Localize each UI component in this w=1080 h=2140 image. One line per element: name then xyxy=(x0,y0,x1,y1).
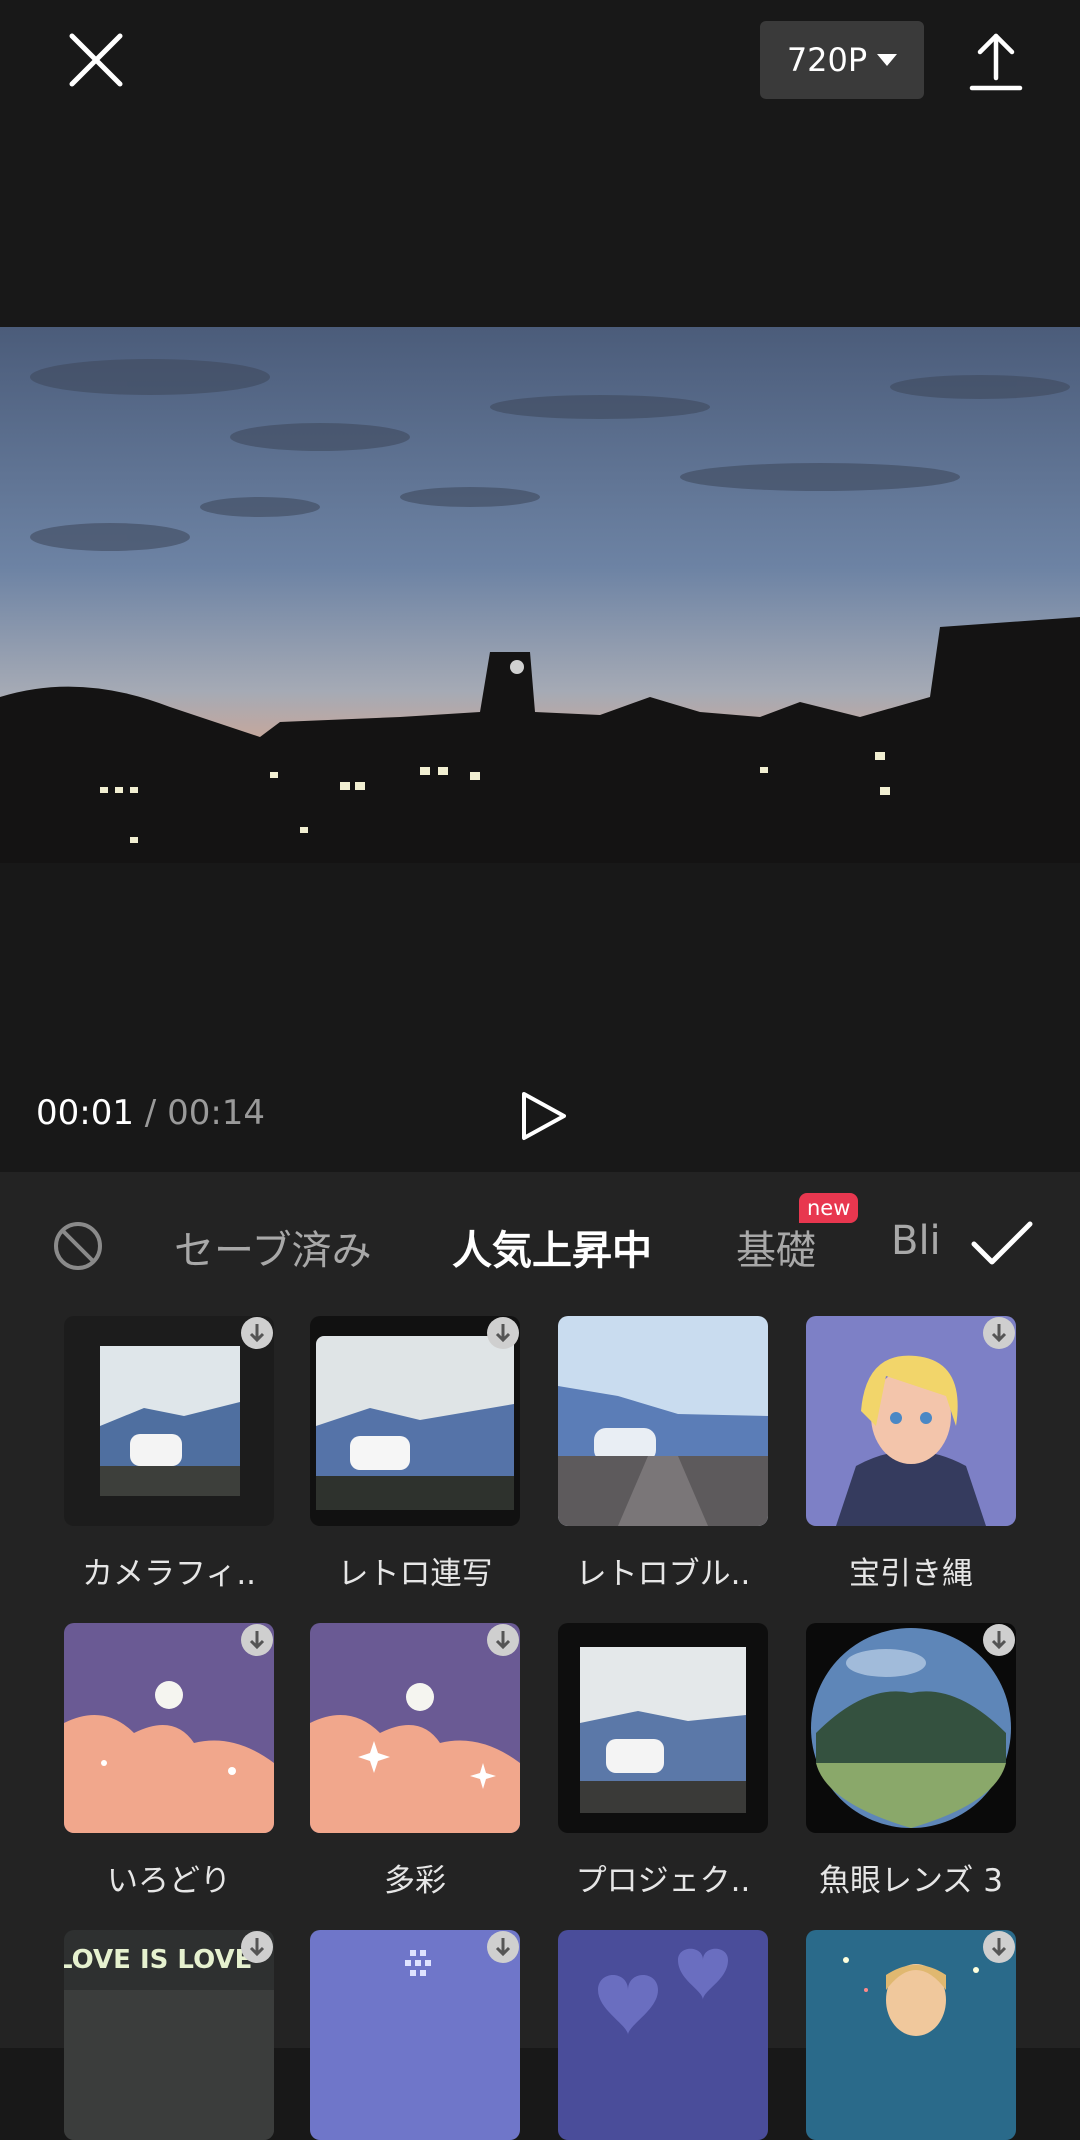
tab-basic[interactable]: 基礎 xyxy=(736,1218,816,1276)
thumbnail-text: LOVE IS LOVE xyxy=(64,1945,252,1975)
effect-label: プロジェク.. xyxy=(575,1863,751,1899)
download-icon xyxy=(241,1624,273,1656)
no-effect-button[interactable] xyxy=(52,1220,104,1272)
download-icon xyxy=(487,1931,519,1963)
effect-label: カメラフィ.. xyxy=(81,1556,257,1592)
download-icon xyxy=(487,1624,519,1656)
effect-label: レトロブル.. xyxy=(575,1556,751,1592)
download-icon xyxy=(983,1624,1015,1656)
resolution-dropdown[interactable]: 720P xyxy=(760,21,924,99)
confirm-button[interactable] xyxy=(970,1220,1034,1268)
effect-label: 宝引き縄 xyxy=(849,1556,973,1592)
download-icon xyxy=(983,1931,1015,1963)
close-button[interactable] xyxy=(60,24,132,96)
download-icon xyxy=(487,1317,519,1349)
resolution-value: 720P xyxy=(786,41,868,79)
effect-label: いろどり xyxy=(107,1863,231,1899)
current-time: 00:01 xyxy=(36,1093,134,1133)
time-display: 00:01 / 00:14 xyxy=(36,1093,265,1133)
download-icon xyxy=(983,1317,1015,1349)
effect-label: レトロ連写 xyxy=(337,1556,493,1592)
new-badge: new xyxy=(799,1193,859,1223)
close-icon xyxy=(69,33,123,87)
effect-label: 多彩 xyxy=(384,1863,446,1899)
tab-saved[interactable]: セーブ済み xyxy=(174,1218,372,1276)
effect-thumbnail xyxy=(558,1623,768,1833)
video-preview[interactable] xyxy=(0,327,1080,863)
download-icon xyxy=(241,1317,273,1349)
effect-label: 魚眼レンズ 3 xyxy=(819,1863,1003,1899)
play-icon xyxy=(522,1092,566,1140)
no-effect-icon xyxy=(54,1222,102,1270)
effect-thumbnail xyxy=(558,1316,768,1526)
effect-thumbnail xyxy=(558,1930,768,2140)
top-bar: 720P xyxy=(0,0,1080,120)
upload-icon xyxy=(969,33,1023,91)
play-button[interactable] xyxy=(514,1088,572,1144)
export-button[interactable] xyxy=(966,30,1026,94)
caret-down-icon xyxy=(877,54,898,66)
checkmark-icon xyxy=(971,1221,1033,1265)
tab-blink[interactable]: Blink xyxy=(891,1218,943,1264)
preview-image xyxy=(0,327,1080,863)
total-time: 00:14 xyxy=(167,1093,266,1133)
time-separator: / xyxy=(144,1093,157,1133)
tab-trending[interactable]: 人気上昇中 xyxy=(452,1218,652,1276)
download-icon xyxy=(241,1931,273,1963)
